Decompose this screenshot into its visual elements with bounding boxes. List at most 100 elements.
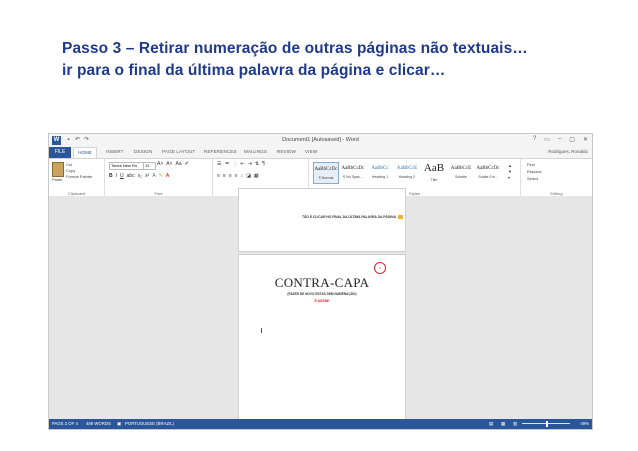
style-title[interactable]: AaB Title (421, 162, 447, 184)
highlight-icon[interactable]: ✎ (159, 173, 163, 179)
strikethrough-icon[interactable]: abc (127, 173, 135, 179)
window-controls: ? ▭ – ▢ ✕ (533, 136, 588, 143)
print-layout-icon[interactable]: ▦ (501, 421, 505, 427)
style-sample: AaBbCcDc (341, 166, 365, 171)
paste-button[interactable]: Paste (52, 177, 62, 182)
contra-capa-subtitle: (FAZER DE NOVO ESTAS SEM NUMERAÇÃO) (287, 292, 357, 296)
grow-font-icon[interactable]: A˄ (157, 161, 163, 167)
contra-capa-title: CONTRA-CAPA (274, 275, 370, 290)
heading-line-2: ir para o final da última palavra da pág… (62, 62, 446, 79)
show-marks-icon[interactable]: ¶ (262, 161, 265, 167)
increase-indent-icon[interactable]: ⇥ (248, 161, 252, 167)
cut-button[interactable]: Cut (66, 162, 72, 167)
font-name-box[interactable]: Times New Ro (109, 162, 144, 170)
document-title: Document1 [Autosaved] - Word (282, 137, 359, 143)
line-spacing-icon[interactable]: ↕ (241, 173, 244, 179)
word-screenshot: W ▪ ↶ ↷ Document1 [Autosaved] - Word ? ▭… (48, 133, 593, 430)
tab-review[interactable]: REVIEW (277, 149, 296, 154)
justify-icon[interactable]: ≡ (235, 173, 238, 179)
font-color-icon[interactable]: A (166, 173, 169, 179)
subscript-icon[interactable]: x₂ (138, 173, 142, 179)
shading-icon[interactable]: ◪ (246, 173, 251, 179)
styles-down-icon[interactable]: ▼ (508, 169, 512, 174)
ribbon-display-icon[interactable]: ▭ (544, 136, 550, 143)
clear-format-icon[interactable]: ✐ (185, 161, 189, 167)
find-button[interactable]: Find (527, 162, 535, 167)
close-icon[interactable]: ✕ (583, 136, 588, 143)
read-mode-icon[interactable]: ▤ (489, 421, 493, 427)
tab-mailings[interactable]: MAILINGS (244, 149, 267, 154)
clipboard-group: Paste Cut Copy Format Painter Clipboard (49, 159, 105, 197)
style-name: ¶ Normal (318, 176, 334, 180)
copy-button[interactable]: Copy (66, 168, 75, 173)
italic-icon[interactable]: I (116, 173, 117, 179)
decrease-indent-icon[interactable]: ⇤ (240, 161, 244, 167)
style-sample: AaBbCc (371, 166, 389, 171)
tab-file[interactable]: FILE (49, 147, 71, 158)
tab-insert[interactable]: INSERT (106, 149, 124, 154)
style-subtitle[interactable]: AaBbCcE Subtitle (448, 162, 474, 184)
maximize-icon[interactable]: ▢ (569, 136, 575, 143)
align-right-icon[interactable]: ≡ (229, 173, 232, 179)
tab-design[interactable]: DESIGN (134, 149, 152, 154)
style-subtle-emphasis[interactable]: AaBbCcDc Subtle Em... (475, 162, 501, 184)
superscript-icon[interactable]: x² (145, 173, 149, 179)
format-painter-button[interactable]: Format Painter (66, 174, 92, 179)
web-layout-icon[interactable]: ▥ (513, 421, 517, 427)
status-bar: PAGE 2 OF 4 489 WORDS ▣ PORTUGUESE (BRAZ… (49, 419, 592, 429)
multilevel-list-icon[interactable]: ⋮ (232, 161, 237, 167)
page-2[interactable]: 1 CONTRA-CAPA (FAZER DE NOVO ESTAS SEM N… (238, 254, 406, 426)
help-icon[interactable]: ? (533, 136, 536, 143)
title-bar: W ▪ ↶ ↷ Document1 [Autosaved] - Word ? ▭… (49, 134, 592, 147)
style-normal[interactable]: AaBbCcDc ¶ Normal (313, 162, 339, 184)
page-1[interactable]: TÃO E CLICAR NO FINAL DA ÚLTIMA PALAVRA … (238, 188, 406, 252)
style-sample: AaBbCcE (450, 166, 472, 171)
tab-references[interactable]: REFERENCES (204, 149, 237, 154)
style-sample: AaBbCcE (396, 166, 418, 171)
bold-icon[interactable]: B (109, 173, 113, 179)
numbering-icon[interactable]: ≔ (224, 161, 229, 167)
styles-more-icon[interactable]: ▾ (508, 175, 512, 180)
text-effects-icon[interactable]: A (152, 173, 155, 179)
bullets-icon[interactable]: ☰ (217, 161, 221, 167)
user-name[interactable]: Rodrigues, Ronaldo (548, 149, 588, 154)
style-heading-1[interactable]: AaBbCc Heading 1 (367, 162, 393, 184)
select-button[interactable]: Select (527, 176, 538, 181)
status-zoom[interactable]: 49% (580, 421, 589, 426)
proofing-icon[interactable]: ▣ (117, 421, 121, 427)
zoom-slider-thumb[interactable] (546, 421, 548, 427)
align-left-icon[interactable]: ≡ (217, 173, 220, 179)
slide-heading: Passo 3 – Retirar numeração de outras pá… (62, 38, 528, 82)
borders-icon[interactable]: ▦ (254, 173, 259, 179)
text-caret (261, 328, 262, 333)
tab-page-layout[interactable]: PAGE LAYOUT (162, 149, 195, 154)
style-no-spacing[interactable]: AaBbCcDc ¶ No Spac... (340, 162, 366, 184)
font-group: Times New Ro 12 A˄ A˅ Aa ✐ B I U abc x₂ … (105, 159, 213, 197)
align-center-icon[interactable]: ≡ (223, 173, 226, 179)
page-number-highlight: 1 (374, 262, 386, 274)
font-size-box[interactable]: 12 (143, 162, 156, 170)
contra-capa-note: É ASSIM! (314, 299, 330, 303)
change-case-icon[interactable]: Aa (176, 161, 182, 167)
heading-line-1: Passo 3 – Retirar numeração de outras pá… (62, 40, 528, 57)
tab-home[interactable]: HOME (73, 147, 97, 158)
document-workspace: TÃO E CLICAR NO FINAL DA ÚLTIMA PALAVRA … (49, 188, 592, 426)
paste-icon[interactable] (52, 162, 64, 177)
shrink-font-icon[interactable]: A˅ (166, 161, 172, 167)
tab-view[interactable]: VIEW (305, 149, 317, 154)
style-name: Heading 1 (371, 175, 389, 179)
underline-icon[interactable]: U (120, 173, 124, 179)
minimize-icon[interactable]: – (558, 136, 561, 143)
style-heading-2[interactable]: AaBbCcE Heading 2 (394, 162, 420, 184)
style-name: Title (430, 178, 438, 182)
sort-icon[interactable]: ⇅ (255, 161, 259, 167)
style-name: Heading 2 (398, 175, 416, 179)
style-name: Subtitle (455, 175, 467, 179)
font-size-controls: A˄ A˅ Aa ✐ (157, 161, 189, 167)
style-name: Subtle Em... (478, 175, 498, 179)
replace-button[interactable]: Replace (527, 169, 542, 174)
styles-up-icon[interactable]: ▲ (508, 163, 512, 168)
status-page[interactable]: PAGE 2 OF 4 (52, 421, 78, 426)
status-words[interactable]: 489 WORDS (86, 421, 111, 426)
status-language[interactable]: PORTUGUESE (BRAZIL) (125, 421, 174, 426)
